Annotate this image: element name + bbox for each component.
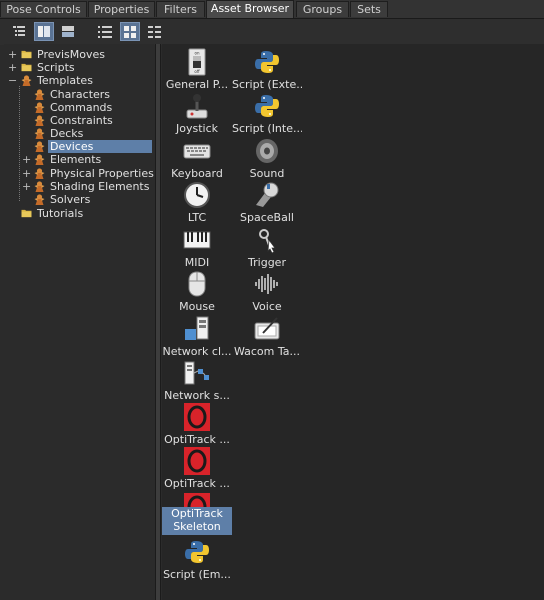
asset-label: OptiTrack ... <box>164 477 230 490</box>
tree-item-label: Tutorials <box>37 207 84 220</box>
asset-grid[interactable]: on off General P... Script (Exte... Joys… <box>162 44 544 600</box>
details-view-button[interactable] <box>145 22 165 41</box>
tab-sets[interactable]: Sets <box>350 1 388 17</box>
expand-icon[interactable]: + <box>22 181 31 192</box>
folder-icon <box>21 50 32 59</box>
tree-item-label: Physical Properties <box>50 167 154 180</box>
asset-label: OptiTrack Skeleton <box>162 507 232 535</box>
list-view-icon <box>98 26 112 38</box>
asset-label: Network cl... <box>162 345 232 358</box>
asset-label: MIDI <box>184 256 210 269</box>
stacked-view-button[interactable] <box>58 22 78 41</box>
speaker-icon <box>256 139 278 163</box>
asset-label: Script (Em... <box>163 568 231 581</box>
asset-label: Network s... <box>164 389 230 402</box>
template-icon <box>34 128 45 139</box>
tree-item-label: Decks <box>50 127 84 140</box>
svg-text:on: on <box>195 51 200 56</box>
collapse-icon[interactable]: − <box>8 75 17 86</box>
asset-label: Voice <box>252 300 282 313</box>
template-icon <box>21 75 32 86</box>
large-icon-view-icon <box>124 26 136 38</box>
expand-icon[interactable]: + <box>22 154 31 165</box>
list-view-button[interactable] <box>95 22 115 41</box>
piano-icon <box>183 231 211 249</box>
tree-item-label: Characters <box>50 88 111 101</box>
template-icon <box>34 181 45 192</box>
tab-properties[interactable]: Properties <box>88 1 155 17</box>
asset-optitrack-skeleton[interactable]: OptiTrack Skeleton <box>162 493 232 537</box>
joystick-icon <box>186 94 208 119</box>
expand-icon[interactable]: + <box>22 168 31 179</box>
split-view-button[interactable] <box>34 22 54 41</box>
asset-label: Wacom Ta... <box>233 345 301 358</box>
tab-bar: Pose Controls Properties Filters Asset B… <box>0 0 544 19</box>
tree-item-label: Templates <box>37 74 93 87</box>
tree-item-label: Shading Elements <box>50 180 150 193</box>
tree-item-label: Commands <box>50 101 113 114</box>
template-icon <box>34 89 45 100</box>
optitrack-icon <box>184 493 210 507</box>
navigator-tree[interactable]: + PrevisMoves + Scripts − Templates Char… <box>4 44 154 600</box>
switch-icon: on off <box>188 48 206 76</box>
asset-label: Joystick <box>175 122 218 135</box>
tree-item-label: Elements <box>50 153 102 166</box>
python-icon <box>185 541 209 563</box>
key-icon <box>259 229 276 254</box>
tree-item-label: Solvers <box>50 193 91 206</box>
asset-label: Sound <box>249 167 285 180</box>
network-client-icon <box>185 316 209 340</box>
tab-pose-controls[interactable]: Pose Controls <box>0 1 87 17</box>
asset-label: LTC <box>187 211 207 224</box>
tab-groups[interactable]: Groups <box>296 1 349 17</box>
view-toolbar <box>0 19 544 45</box>
waveform-icon <box>255 274 278 294</box>
spaceball-icon <box>256 182 279 207</box>
tree-item-label: Devices <box>48 140 152 153</box>
template-icon <box>34 194 45 205</box>
large-icon-view-button[interactable] <box>120 22 140 41</box>
template-icon <box>34 168 45 179</box>
tree-item-label: PrevisMoves <box>37 48 106 61</box>
tab-asset-browser[interactable]: Asset Browser <box>206 0 294 18</box>
network-server-icon <box>184 361 209 385</box>
clock-icon <box>184 182 210 208</box>
optitrack-icon <box>184 447 210 475</box>
panel-splitter[interactable] <box>155 44 161 600</box>
python-icon <box>255 51 279 73</box>
tree-item-label: Constraints <box>50 114 113 127</box>
template-icon <box>34 141 45 152</box>
expand-icon[interactable]: + <box>8 49 17 60</box>
python-icon <box>255 95 279 117</box>
tree-view-button[interactable] <box>9 22 29 41</box>
asset-label: Mouse <box>179 300 215 313</box>
asset-label: OptiTrack ... <box>164 433 230 446</box>
tree-connector <box>19 86 20 201</box>
asset-label: Keyboard <box>171 167 223 180</box>
details-view-icon <box>148 26 161 38</box>
asset-label: Script (Inte... <box>232 122 302 135</box>
keyboard-icon <box>183 144 211 159</box>
folder-icon <box>21 209 32 218</box>
svg-text:off: off <box>194 69 199 74</box>
tablet-icon <box>254 317 280 340</box>
asset-label: Trigger <box>248 256 286 269</box>
tab-filters[interactable]: Filters <box>156 1 205 17</box>
asset-label: Script (Exte... <box>232 78 302 91</box>
tree-item-label: Scripts <box>37 61 75 74</box>
split-view-icon <box>38 26 50 37</box>
asset-label: General P... <box>165 78 229 91</box>
expand-icon[interactable]: + <box>8 62 17 73</box>
template-icon <box>34 115 45 126</box>
template-icon <box>34 154 45 165</box>
asset-label: SpaceBall <box>240 211 294 224</box>
tree-view-icon <box>13 26 25 36</box>
mouse-icon <box>188 271 206 297</box>
stacked-view-icon <box>62 26 74 37</box>
optitrack-icon <box>184 403 210 431</box>
folder-icon <box>21 63 32 72</box>
template-icon <box>34 102 45 113</box>
